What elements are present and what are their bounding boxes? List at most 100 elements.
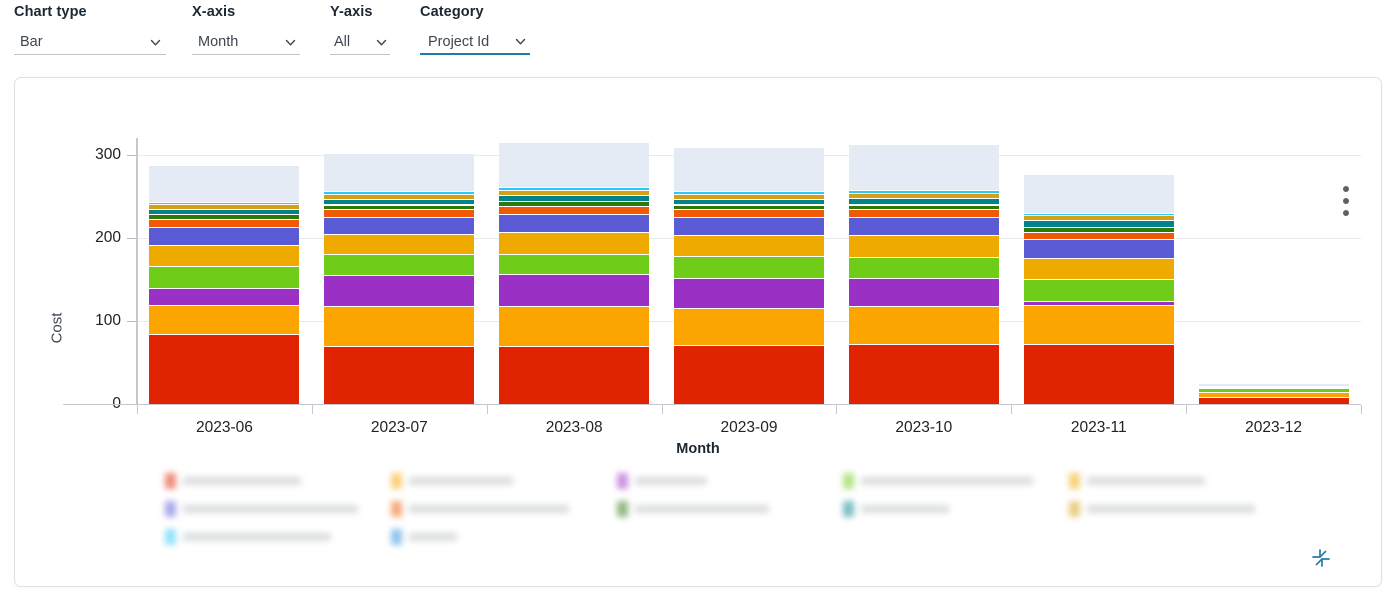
bar-segment[interactable] bbox=[149, 226, 300, 246]
bar-stack[interactable] bbox=[848, 143, 999, 404]
legend-item[interactable] bbox=[165, 470, 391, 492]
bar-segment[interactable] bbox=[499, 345, 650, 404]
bar-segment[interactable] bbox=[324, 193, 475, 199]
bar-segment[interactable] bbox=[149, 219, 300, 227]
bar-stack[interactable] bbox=[149, 164, 300, 404]
bar-segment[interactable] bbox=[324, 345, 475, 404]
bar-segment[interactable] bbox=[1023, 173, 1174, 213]
bar-segment[interactable] bbox=[499, 274, 650, 306]
bar-segment[interactable] bbox=[674, 308, 824, 345]
bar-segment[interactable] bbox=[1023, 220, 1174, 227]
bar-segment[interactable] bbox=[848, 305, 999, 345]
bar-segment[interactable] bbox=[499, 253, 650, 275]
bar-segment[interactable] bbox=[674, 191, 824, 194]
bar-segment[interactable] bbox=[1023, 215, 1174, 221]
bar-segment[interactable] bbox=[1023, 344, 1174, 404]
y-axis-dropdown[interactable]: All bbox=[330, 30, 390, 55]
bar-segment[interactable] bbox=[499, 206, 650, 214]
bar-segment[interactable] bbox=[1198, 391, 1349, 398]
bar-segment[interactable] bbox=[499, 189, 650, 195]
bar-segment[interactable] bbox=[149, 202, 300, 205]
bar-segment[interactable] bbox=[149, 287, 300, 306]
bar-segment[interactable] bbox=[848, 235, 999, 257]
bar-segment[interactable] bbox=[1023, 279, 1174, 301]
bar-stack[interactable] bbox=[499, 142, 650, 404]
bar-segment[interactable] bbox=[324, 254, 475, 276]
bar-segment[interactable] bbox=[149, 164, 300, 202]
bar-segment[interactable] bbox=[848, 277, 999, 306]
bar-segment[interactable] bbox=[674, 204, 824, 210]
bar-segment[interactable] bbox=[1198, 386, 1349, 389]
legend-item[interactable] bbox=[1069, 470, 1295, 492]
bar-segment[interactable] bbox=[324, 234, 475, 255]
bar-segment[interactable] bbox=[848, 256, 999, 278]
legend-item[interactable] bbox=[617, 498, 843, 520]
bar-segment[interactable] bbox=[149, 208, 300, 215]
bar-segment[interactable] bbox=[674, 147, 824, 192]
bar-segment[interactable] bbox=[149, 305, 300, 335]
bar-segment[interactable] bbox=[1023, 226, 1174, 232]
bar-segment[interactable] bbox=[324, 204, 475, 210]
bar-segment[interactable] bbox=[149, 204, 300, 209]
bar-segment[interactable] bbox=[1198, 383, 1349, 386]
bar-segment[interactable] bbox=[324, 216, 475, 235]
bar-segment[interactable] bbox=[674, 256, 824, 278]
legend-item[interactable] bbox=[391, 498, 617, 520]
bar-stack[interactable] bbox=[1023, 173, 1174, 404]
bar-segment[interactable] bbox=[149, 214, 300, 220]
bar-segment[interactable] bbox=[1023, 300, 1174, 306]
bar-segment[interactable] bbox=[674, 344, 824, 404]
legend-item[interactable] bbox=[165, 526, 391, 548]
bar-segment[interactable] bbox=[149, 334, 300, 404]
bar-segment[interactable] bbox=[324, 191, 475, 194]
bar-segment[interactable] bbox=[674, 198, 824, 205]
bar-segment[interactable] bbox=[848, 209, 999, 217]
bar-segment[interactable] bbox=[1198, 388, 1349, 392]
bar-segment[interactable] bbox=[499, 194, 650, 202]
bar-segment[interactable] bbox=[499, 201, 650, 207]
bar-segment[interactable] bbox=[324, 305, 475, 346]
bar-stack[interactable] bbox=[1198, 383, 1349, 404]
bar-segment[interactable] bbox=[848, 344, 999, 404]
bar-segment[interactable] bbox=[1198, 397, 1349, 404]
bar-segment[interactable] bbox=[674, 277, 824, 309]
legend-item[interactable] bbox=[843, 470, 1069, 492]
bar-segment[interactable] bbox=[674, 235, 824, 257]
bar-segment[interactable] bbox=[324, 209, 475, 217]
x-axis-dropdown[interactable]: Month bbox=[192, 30, 300, 55]
bar-segment[interactable] bbox=[674, 209, 824, 217]
bar-segment[interactable] bbox=[848, 197, 999, 205]
legend-item[interactable] bbox=[843, 498, 1069, 520]
chart-type-dropdown[interactable]: Bar bbox=[14, 30, 166, 55]
bar-segment[interactable] bbox=[1023, 212, 1174, 216]
bar-segment[interactable] bbox=[499, 305, 650, 346]
bar-segment[interactable] bbox=[1023, 257, 1174, 280]
legend-item[interactable] bbox=[391, 526, 617, 548]
bar-segment[interactable] bbox=[324, 275, 475, 306]
bar-segment[interactable] bbox=[499, 213, 650, 232]
bar-segment[interactable] bbox=[674, 193, 824, 199]
bar-segment[interactable] bbox=[324, 152, 475, 192]
bar-segment[interactable] bbox=[324, 198, 475, 205]
bar-stack[interactable] bbox=[324, 152, 475, 404]
category-dropdown[interactable]: Project Id bbox=[420, 30, 530, 55]
bar-segment[interactable] bbox=[1023, 239, 1174, 258]
legend-item[interactable] bbox=[165, 498, 391, 520]
legend-item[interactable] bbox=[391, 470, 617, 492]
legend-item[interactable] bbox=[1069, 498, 1295, 520]
bar-segment[interactable] bbox=[674, 216, 824, 236]
bar-segment[interactable] bbox=[848, 192, 999, 198]
bar-segment[interactable] bbox=[499, 142, 650, 188]
legend-item[interactable] bbox=[617, 470, 843, 492]
bar-segment[interactable] bbox=[848, 143, 999, 191]
bar-segment[interactable] bbox=[1023, 305, 1174, 345]
bar-segment[interactable] bbox=[848, 190, 999, 193]
bar-segment[interactable] bbox=[149, 245, 300, 266]
bar-segment[interactable] bbox=[848, 216, 999, 236]
bar-segment[interactable] bbox=[499, 187, 650, 190]
bar-segment[interactable] bbox=[149, 266, 300, 288]
bar-stack[interactable] bbox=[674, 147, 824, 404]
bar-segment[interactable] bbox=[848, 204, 999, 210]
bar-segment[interactable] bbox=[1023, 231, 1174, 240]
bar-segment[interactable] bbox=[499, 231, 650, 254]
